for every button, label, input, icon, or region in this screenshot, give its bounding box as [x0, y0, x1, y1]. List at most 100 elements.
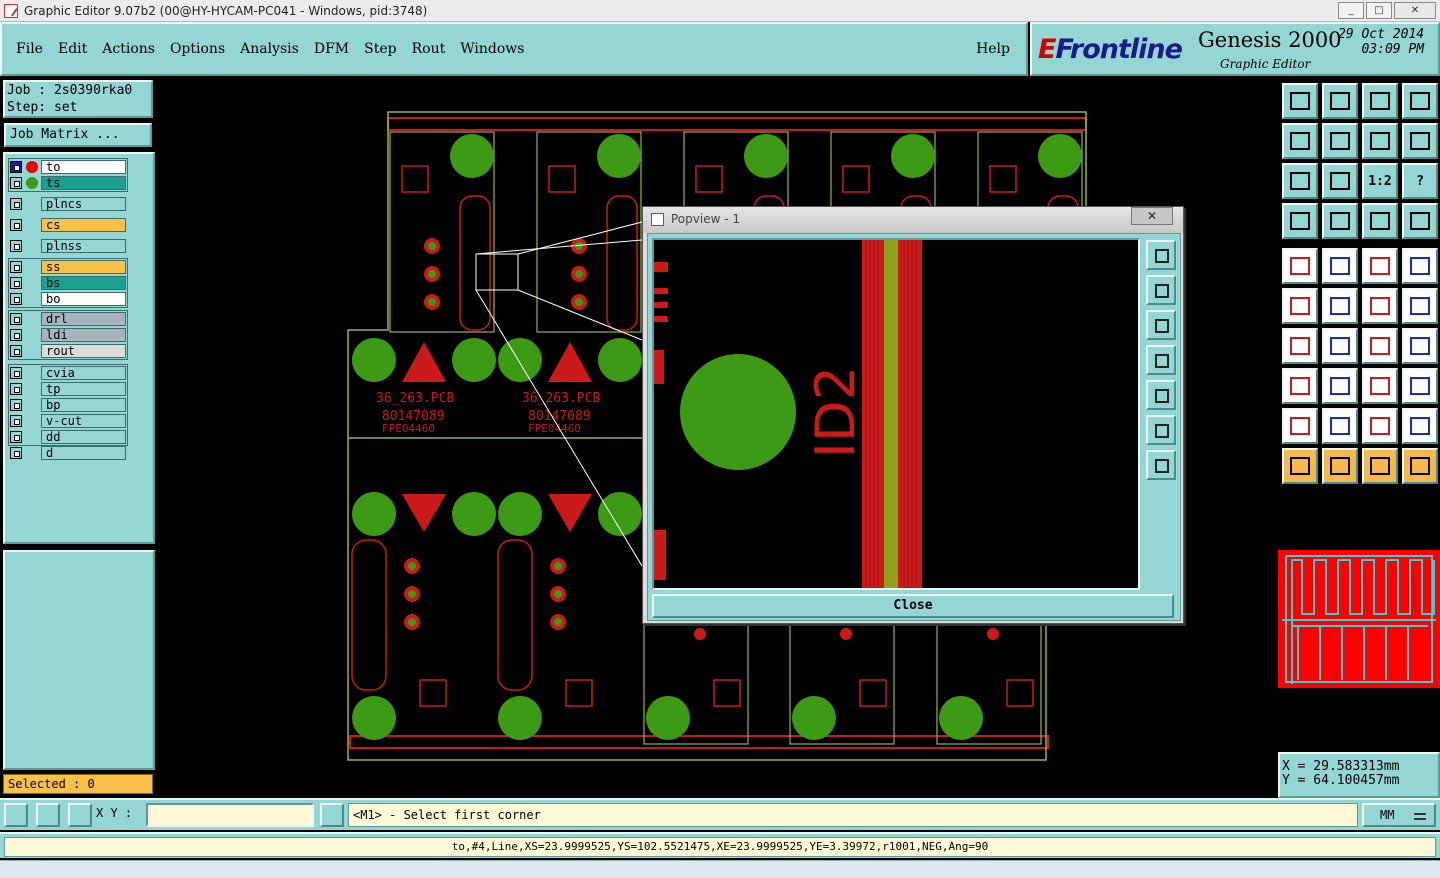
rotate-icon[interactable]	[1362, 328, 1398, 364]
cross-icon[interactable]	[1322, 288, 1358, 324]
popview-canvas[interactable]: ID2	[652, 238, 1140, 590]
panel-overview-map[interactable]	[1278, 486, 1440, 750]
layer-row-to[interactable]: to	[9, 160, 127, 174]
dot-icon[interactable]	[1402, 248, 1438, 284]
layer-name[interactable]: bs	[41, 276, 126, 290]
layer-name[interactable]: plnss	[41, 239, 126, 253]
center-icon[interactable]	[1362, 368, 1398, 404]
layer-checkbox[interactable]	[10, 161, 22, 173]
layer-row-rout[interactable]: rout	[9, 344, 127, 358]
menu-help[interactable]: Help	[976, 41, 1010, 57]
layer-name[interactable]: cs	[41, 218, 126, 232]
flip-icon[interactable]	[1402, 328, 1438, 364]
layer-stack-icon[interactable]	[1362, 203, 1398, 239]
layer-row-ts[interactable]: ts	[9, 176, 127, 190]
select-box-icon[interactable]	[1322, 448, 1358, 484]
job-matrix-button[interactable]: Job Matrix ...	[4, 123, 152, 147]
split-line-icon[interactable]	[1322, 368, 1358, 404]
layer-checkbox[interactable]	[10, 447, 22, 459]
layer-checkbox[interactable]	[10, 367, 22, 379]
measure-icon[interactable]	[36, 803, 60, 827]
menu-file[interactable]: File	[16, 41, 43, 57]
scale-1-2-icon[interactable]: 1:2	[1362, 163, 1398, 199]
popview-pan-up-icon[interactable]	[1146, 275, 1176, 305]
grid-snap-icon[interactable]	[68, 803, 92, 827]
select-icon[interactable]	[1282, 448, 1318, 484]
xy-input[interactable]	[146, 803, 314, 827]
mirror-icon[interactable]	[1362, 123, 1398, 159]
link-alt-icon[interactable]	[1402, 288, 1438, 324]
layer-checkbox[interactable]	[10, 345, 22, 357]
layer-name[interactable]: v-cut	[41, 414, 126, 428]
pan-up-icon[interactable]	[1322, 83, 1358, 119]
popview-pan-right-icon[interactable]	[1146, 380, 1176, 410]
popview-zoom-in-icon[interactable]	[1146, 415, 1176, 445]
layer-stack-alt-icon[interactable]	[1402, 203, 1438, 239]
arrow-up-icon[interactable]	[1322, 408, 1358, 444]
layer-checkbox[interactable]	[10, 277, 22, 289]
layer-row-bs[interactable]: bs	[9, 276, 127, 290]
select-multi-icon[interactable]	[1402, 448, 1438, 484]
layer-row-bp[interactable]: bp	[9, 398, 127, 412]
triangle-icon[interactable]	[1282, 408, 1318, 444]
layer-checkbox[interactable]	[10, 240, 22, 252]
layer-checkbox[interactable]	[10, 329, 22, 341]
layer-row-dd[interactable]: dd	[9, 430, 127, 444]
layer-name[interactable]: tp	[41, 382, 126, 396]
popview-zoom-icon[interactable]	[1146, 240, 1176, 270]
menu-rout[interactable]: Rout	[412, 41, 446, 57]
layer-name[interactable]: cvia	[41, 366, 126, 380]
layer-row-ldi[interactable]: ldi	[9, 328, 127, 342]
split-view-icon[interactable]	[1402, 83, 1438, 119]
layer-name[interactable]: ldi	[41, 328, 126, 342]
layer-row-ss[interactable]: ss	[9, 260, 127, 274]
pan-top-icon[interactable]	[1282, 83, 1318, 119]
layer-checkbox[interactable]	[10, 293, 22, 305]
layer-name[interactable]: drl	[41, 312, 126, 326]
layer-row-drl[interactable]: drl	[9, 312, 127, 326]
layer-row-v-cut[interactable]: v-cut	[9, 414, 127, 428]
popview-pan-down-icon[interactable]	[1146, 310, 1176, 340]
fit-screen-icon[interactable]	[1282, 163, 1318, 199]
layer-name[interactable]: bp	[41, 398, 126, 412]
menu-dfm[interactable]: DFM	[314, 41, 349, 57]
arch-icon[interactable]	[1362, 408, 1398, 444]
layer-row-tp[interactable]: tp	[9, 382, 127, 396]
layer-name[interactable]: bo	[41, 292, 126, 306]
angle-icon[interactable]	[1282, 328, 1318, 364]
help-query-icon[interactable]: ?	[1402, 163, 1438, 199]
popview-zoom-out-icon[interactable]	[1146, 450, 1176, 480]
pan-left-icon[interactable]	[1282, 123, 1318, 159]
layer-row-d[interactable]: d	[9, 446, 127, 460]
layer-row-plnss[interactable]: plnss	[9, 239, 127, 253]
zoom-to-fit-icon[interactable]	[4, 803, 28, 827]
popview-titlebar[interactable]: Popview - 1 ✕	[643, 207, 1183, 233]
layer-checkbox[interactable]	[10, 431, 22, 443]
minimize-button[interactable]: _	[1338, 2, 1364, 19]
connect-icon[interactable]	[1282, 288, 1318, 324]
menu-edit[interactable]: Edit	[58, 41, 87, 57]
layer-checkbox[interactable]	[10, 415, 22, 427]
line-draw-icon[interactable]	[1322, 248, 1358, 284]
layer-name[interactable]: dd	[41, 430, 126, 444]
diagonal-icon[interactable]	[1322, 328, 1358, 364]
select-arrow-icon[interactable]	[1362, 448, 1398, 484]
zoom-box-icon[interactable]	[1322, 163, 1358, 199]
link-icon[interactable]	[1362, 288, 1398, 324]
popview-close-button[interactable]: Close	[652, 594, 1174, 618]
layer-name[interactable]: d	[41, 446, 126, 460]
grid-icon[interactable]	[1322, 203, 1358, 239]
alert-icon[interactable]	[320, 803, 344, 827]
layer-checkbox[interactable]	[10, 313, 22, 325]
menu-windows[interactable]: Windows	[460, 41, 524, 57]
layer-checkbox[interactable]	[10, 198, 22, 210]
close-window-button[interactable]: ✕	[1394, 2, 1436, 19]
ruler-icon[interactable]	[1362, 248, 1398, 284]
layer-name[interactable]: rout	[41, 344, 126, 358]
menu-analysis[interactable]: Analysis	[240, 41, 299, 57]
measure-tool-icon[interactable]	[1282, 203, 1318, 239]
layer-checkbox[interactable]	[10, 399, 22, 411]
menu-options[interactable]: Options	[170, 41, 225, 57]
menu-actions[interactable]: Actions	[102, 41, 155, 57]
layer-name[interactable]: ts	[41, 176, 126, 190]
